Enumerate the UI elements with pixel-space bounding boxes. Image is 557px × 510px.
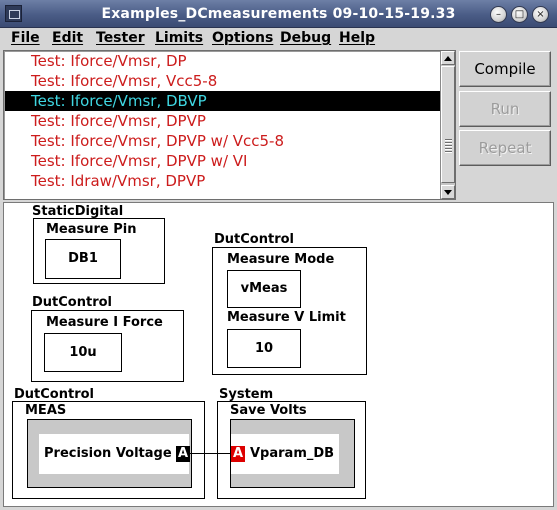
measure-pin-node[interactable]: Measure Pin DB1	[33, 218, 165, 284]
repeat-button[interactable]: Repeat	[459, 130, 551, 166]
test-item-selected[interactable]: Test: Iforce/Vmsr, DBVP	[5, 91, 440, 111]
node-group-label: System	[219, 387, 274, 402]
minimize-icon[interactable]: –	[490, 6, 507, 23]
measure-mode-node[interactable]: Measure Mode vMeas Measure V Limit 10	[212, 247, 367, 375]
run-button[interactable]: Run	[459, 91, 551, 127]
node-group-label: DutControl	[214, 232, 294, 247]
output-port-icon[interactable]: A	[176, 446, 190, 462]
test-item[interactable]: Test: Iforce/Vmsr, DPVP w/ Vcc5-8	[5, 131, 440, 151]
close-icon[interactable]: ×	[532, 6, 549, 23]
test-list[interactable]: Test: Iforce/Vmsr, DP Test: Iforce/Vmsr,…	[3, 50, 456, 200]
measure-i-force-value[interactable]: 10u	[44, 333, 122, 372]
input-port-icon[interactable]: A	[231, 446, 245, 462]
node-group-label: StaticDigital	[32, 204, 124, 219]
node-title: Save Volts	[230, 403, 307, 418]
title-bar: Examples_DCmeasurements 09-10-15-19.33 –…	[0, 0, 557, 28]
node-title: MEAS	[25, 403, 67, 418]
window-title: Examples_DCmeasurements 09-10-15-19.33	[101, 6, 456, 22]
compile-button[interactable]: Compile	[459, 51, 551, 87]
test-item[interactable]: Test: Iforce/Vmsr, Vcc5-8	[5, 71, 440, 91]
save-volts-block[interactable]: Vparam_DB A	[230, 419, 355, 488]
test-item[interactable]: Test: Iforce/Vmsr, DP	[5, 51, 440, 71]
node-group-label: DutControl	[32, 295, 112, 310]
menu-options[interactable]: Options	[212, 28, 273, 48]
measure-i-force-node[interactable]: Measure I Force 10u	[31, 310, 184, 382]
menu-debug[interactable]: Debug	[280, 28, 331, 48]
node-title: Measure I Force	[46, 315, 163, 330]
menu-edit[interactable]: Edit	[52, 28, 83, 48]
scroll-thumb[interactable]	[441, 66, 455, 183]
scroll-up-icon[interactable]	[441, 51, 455, 65]
measure-pin-value[interactable]: DB1	[45, 239, 121, 279]
menu-file[interactable]: File	[11, 28, 40, 48]
meas-block[interactable]: Precision Voltage A	[27, 419, 192, 488]
menu-help[interactable]: Help	[339, 28, 375, 48]
test-list-scrollbar[interactable]	[440, 51, 455, 199]
test-item[interactable]: Test: Idraw/Vmsr, DPVP	[5, 171, 440, 191]
scroll-down-icon[interactable]	[441, 185, 455, 199]
node-title: Measure Mode	[227, 252, 335, 267]
grip-icon	[445, 139, 452, 153]
node-group-label: DutControl	[14, 387, 94, 402]
menu-limits[interactable]: Limits	[155, 28, 203, 48]
meas-content: Precision Voltage	[39, 434, 189, 474]
menu-tester[interactable]: Tester	[96, 28, 145, 48]
save-volts-content: Vparam_DB	[231, 434, 339, 474]
node-title: Measure Pin	[46, 222, 137, 237]
test-item[interactable]: Test: Iforce/Vmsr, DPVP w/ VI	[5, 151, 440, 171]
menu-bar: File Edit Tester Limits Options Debug He…	[0, 28, 557, 48]
flow-canvas[interactable]: StaticDigital Measure Pin DB1 DutControl…	[3, 202, 554, 507]
save-volts-node[interactable]: Save Volts Vparam_DB A	[217, 401, 366, 499]
meas-node[interactable]: MEAS Precision Voltage A	[12, 401, 205, 499]
measure-mode-value[interactable]: vMeas	[227, 270, 301, 308]
maximize-icon[interactable]: □	[511, 6, 528, 23]
test-item[interactable]: Test: Iforce/Vmsr, DPVP	[5, 111, 440, 131]
measure-v-limit-value[interactable]: 10	[227, 329, 301, 368]
node-title: Measure V Limit	[227, 310, 346, 325]
